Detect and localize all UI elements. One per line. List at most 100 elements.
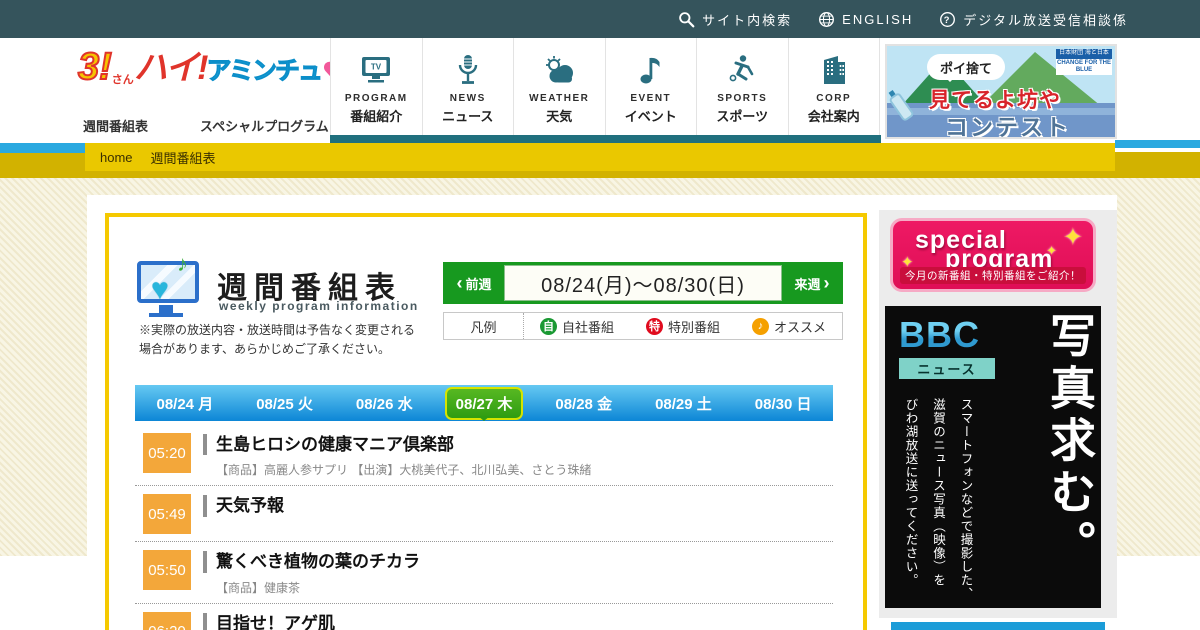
bbc-news-photo-banner[interactable]: BBC ニュース 写真求む。 スマートフォンなどで撮影した、 滋賀のニュース写真… [885,306,1101,608]
english-label: ENGLISH [842,11,914,27]
news-desc-line3: びわ湖放送に送ってください。 [903,398,919,587]
program-title: 驚くべき植物の葉のチカラ [203,551,833,573]
news-banner-description: スマートフォンなどで撮影した、 滋賀のニュース写真（映像）を びわ湖放送に送って… [897,398,980,604]
heart-icon: ♥ [151,273,169,306]
nav-item-event[interactable]: EVENT イベント [604,38,696,135]
day-tabs: 08/24 月 08/25 火 08/26 水 08/27 木 08/28 金 … [135,385,833,421]
nav-event-en: EVENT [630,93,672,104]
site-search-link[interactable]: サイト内検索 [678,10,792,29]
banner-partner-logos: 日本財団 海と日本 CHANGE FOR THE BLUE [1056,49,1112,76]
nav-item-sports[interactable]: SPORTS スポーツ [696,38,788,135]
soccer-player-icon [726,51,758,89]
special-banner-caption: 今月の新番組・特別番組をご紹介！ [900,267,1086,284]
header-links: 週間番組表 スペシャルプログラム [83,116,329,135]
blue-strip-right [1115,140,1200,148]
microphone-icon [455,51,481,89]
legend-label: 凡例 [444,313,524,339]
nav-sports-jp: スポーツ [716,109,769,124]
digital-consult-link[interactable]: ? デジタル放送受信相談係 [939,10,1128,29]
logo-part-3: 3! [77,46,113,88]
main-nav: TV PROGRAM 番組紹介 NEWS ニュース WEATHER 天気 EVE… [330,38,880,135]
program-row[interactable]: 05:20 生島ヒロシの健康マニア倶楽部 【商品】高麗人参サプリ 【出演】大桃美… [135,425,833,487]
globe-icon [818,11,835,28]
program-desc: 【商品】健康茶 [216,580,301,595]
week-navigation: ‹ 前週 08/24(月)～08/30(日) 来週 › [443,262,843,304]
breadcrumb: home 週間番組表 [85,143,1115,171]
schedule-note-line1: ※実際の放送内容・放送時間は予告なく変更される [139,323,416,337]
program-time: 05:20 [143,433,191,473]
poisute-contest-banner[interactable]: ポイ捨て 見てるよ坊や コンテスト 日本財団 海と日本 CHANGE FOR T… [885,44,1117,139]
nav-corp-jp: 会社案内 [807,109,860,124]
bbc-logo: BBC [899,314,980,355]
chevron-left-icon: ‹ [456,272,463,293]
program-time: 05:49 [143,494,191,535]
site-search-label: サイト内検索 [702,12,793,28]
tv-icon: TV [359,51,393,89]
nav-weather-en: WEATHER [529,93,590,104]
day-tab-0825[interactable]: 08/25 火 [235,389,335,418]
partner-logo-change: CHANGE FOR THE BLUE [1056,58,1112,76]
news-desc-line1: スマートフォンなどで撮影した、 [958,398,974,601]
program-time: 06:20 [143,611,191,630]
nav-item-corp[interactable]: CORP 会社案内 [787,38,880,135]
program-row[interactable]: 05:49 天気予報 [135,486,833,543]
legend-own-label: 自社番組 [561,319,614,335]
day-tab-0829[interactable]: 08/29 土 [634,389,734,418]
program-row[interactable]: 06:20 目指せ！アゲ肌 【出演】I.K.K.O 【商品】美容クリーム [135,604,833,630]
nav-event-jp: イベント [624,109,677,124]
next-banner-edge [891,622,1105,630]
legend-recommend-label: オススメ [773,319,826,335]
week-range: 08/24(月)～08/30(日) [504,265,782,301]
program-title: 生島ヒロシの健康マニア倶楽部 [203,434,833,456]
banner-line2: コンテスト [945,114,1070,139]
logo-part-hai: ハイ! [133,49,209,87]
program-row[interactable]: 05:50 驚くべき植物の葉のチカラ 【商品】健康茶 [135,542,833,604]
blue-strip-left [0,143,85,153]
site-logo[interactable]: 3!さんハイ!アミンチュBBC [77,46,401,112]
partner-logo-umi: 日本財団 海と日本 [1056,49,1112,59]
breadcrumb-home[interactable]: home [100,150,133,165]
legend: 凡例 自 自社番組 特 特別番組 ♪ オススメ [443,312,843,340]
header-link-weekly-schedule[interactable]: 週間番組表 [83,116,148,135]
sparkle-icon: ✦ [1062,224,1083,251]
page: サイト内検索 ENGLISH ? デジタル放送受信相談係 3!さんハイ!アミンチ… [0,0,1200,630]
program-title: 目指せ！アゲ肌 [203,612,833,630]
own-program-badge: 自 [539,317,557,335]
svg-text:?: ? [944,14,951,24]
day-tab-0824[interactable]: 08/24 月 [135,389,235,418]
legend-item-special: 特 特別番組 [645,317,720,336]
nav-sports-en: SPORTS [717,93,768,104]
weekly-schedule-panel: ♥ ♪ 週間番組表 weekly program information ※実際… [105,213,867,630]
nav-underline [330,135,881,143]
program-list: 05:20 生島ヒロシの健康マニア倶楽部 【商品】高麗人参サプリ 【出演】大桃美… [135,425,833,630]
page-subtitle: weekly program information [219,299,419,313]
nav-item-weather[interactable]: WEATHER 天気 [513,38,605,135]
news-label: ニュース [899,358,995,379]
question-icon: ? [939,11,956,28]
weekly-schedule-tv-icon: ♥ ♪ [137,251,203,317]
special-program-banner[interactable]: ✦ ✦ ✦ special program 今月の新番組・特別番組をご紹介！ [890,218,1096,292]
search-icon [678,11,695,28]
next-week-label: 来週 [794,276,821,292]
day-tab-0826[interactable]: 08/26 水 [334,389,434,418]
logo-part-san: さん [111,74,134,86]
nav-item-program[interactable]: TV PROGRAM 番組紹介 [330,38,422,135]
day-tab-0827-selected[interactable]: 08/27 木 [434,386,534,421]
legend-special-label: 特別番組 [667,319,720,335]
next-week-button[interactable]: 来週 › [784,265,840,301]
program-title: 天気予報 [203,495,833,517]
english-link[interactable]: ENGLISH [818,11,913,28]
nav-news-jp: ニュース [442,109,494,124]
nav-weather-jp: 天気 [546,109,573,124]
special-program-badge: 特 [645,317,663,335]
day-tab-0828[interactable]: 08/28 金 [534,389,634,418]
nav-item-news[interactable]: NEWS ニュース [421,38,513,135]
program-time: 05:50 [143,550,191,591]
logo-part-aminchu: アミンチュ [206,57,324,85]
building-icon [819,51,849,89]
program-desc: 【商品】高麗人参サプリ 【出演】大桃美代子、北川弘美、さとう珠緒 [216,463,592,478]
day-tab-0830[interactable]: 08/30 日 [733,389,833,418]
digital-consult-label: デジタル放送受信相談係 [963,12,1128,28]
header-link-special-program[interactable]: スペシャルプログラム [200,116,329,135]
prev-week-button[interactable]: ‹ 前週 [446,265,502,301]
